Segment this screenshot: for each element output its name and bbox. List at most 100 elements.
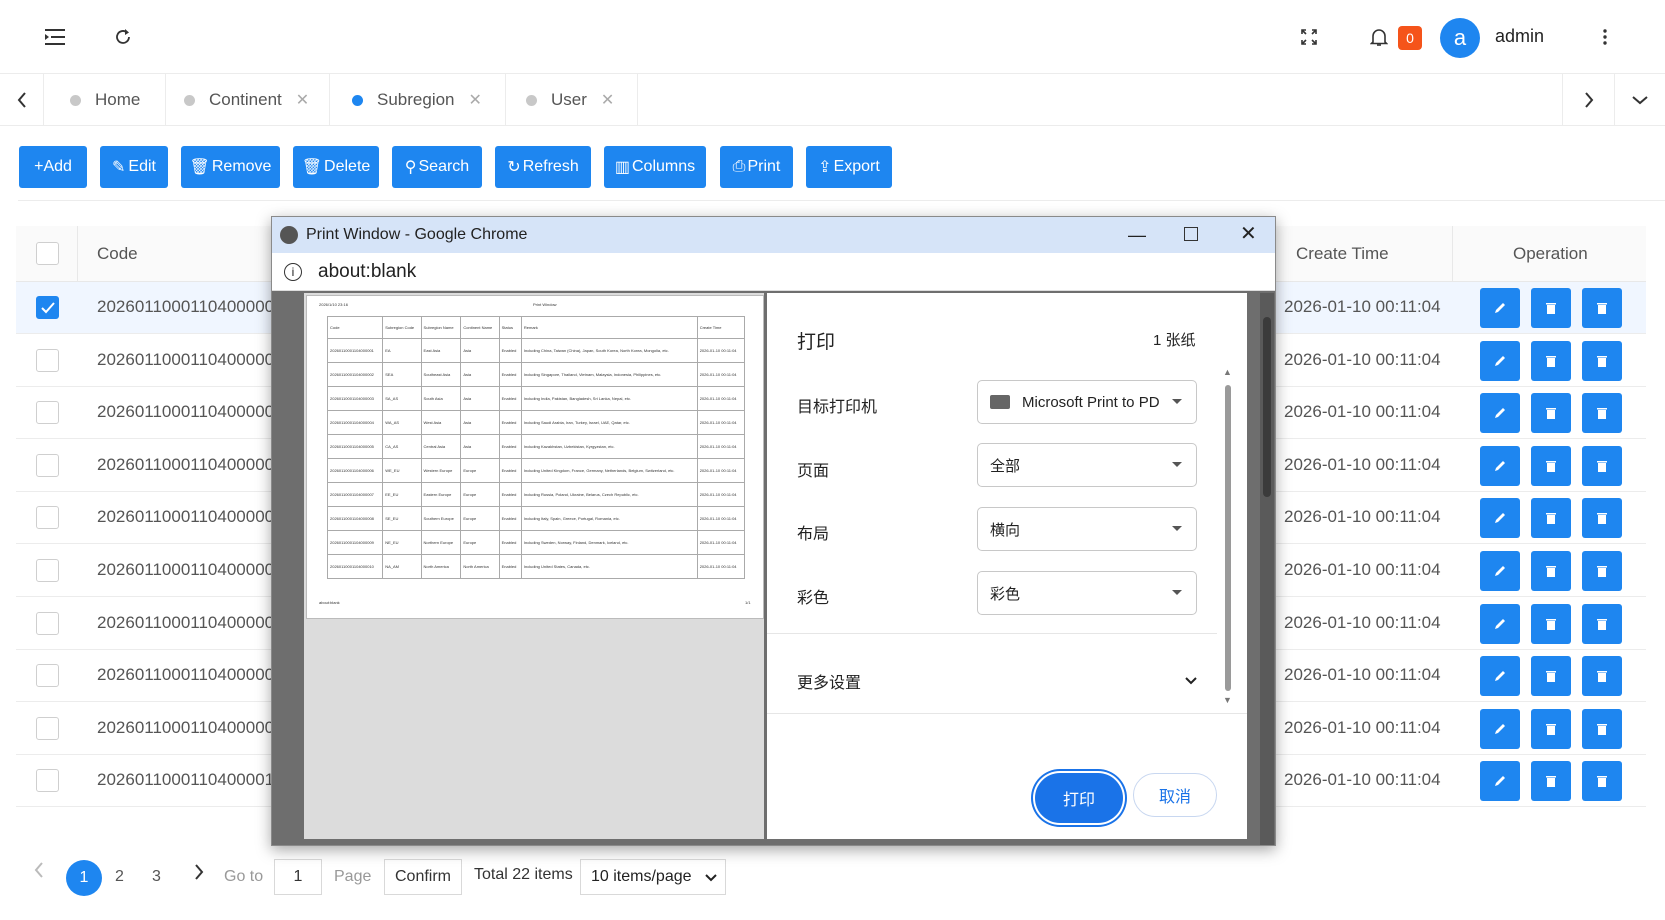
- preview-table-cell: Asia: [460, 338, 500, 363]
- tabs-dropdown-button[interactable]: [1614, 74, 1665, 126]
- more-vertical-icon[interactable]: [1590, 22, 1620, 52]
- goto-page-input[interactable]: 1: [274, 859, 322, 895]
- remove-button[interactable]: 🗑 Remove: [181, 146, 280, 188]
- search-button[interactable]: ⚲ Search: [392, 146, 482, 188]
- confirm-print-button[interactable]: 打印: [1035, 773, 1123, 823]
- row-delete-button[interactable]: [1582, 393, 1622, 434]
- row-remove-button[interactable]: [1531, 761, 1571, 802]
- row-remove-button[interactable]: [1531, 603, 1571, 644]
- row-remove-button[interactable]: [1531, 288, 1571, 328]
- minimize-icon[interactable]: —: [1128, 225, 1146, 246]
- trash-icon: [1546, 776, 1556, 788]
- row-remove-button[interactable]: [1531, 656, 1571, 697]
- pencil-icon: [1495, 355, 1505, 366]
- row-remove-button[interactable]: [1531, 393, 1571, 434]
- row-checkbox[interactable]: [36, 611, 59, 635]
- row-checkbox[interactable]: [36, 453, 59, 477]
- chevron-down-icon[interactable]: [1185, 673, 1197, 691]
- row-delete-button[interactable]: [1582, 340, 1622, 381]
- color-select[interactable]: 彩色: [977, 571, 1197, 615]
- row-checkbox[interactable]: [36, 348, 59, 372]
- row-checkbox[interactable]: [36, 559, 59, 582]
- maximize-icon[interactable]: [1184, 227, 1198, 241]
- preview-table: Code Subregion Code Subregion Name Continen…: [326, 316, 746, 579]
- more-settings-label[interactable]: 更多设置: [797, 669, 861, 693]
- edit-button[interactable]: ✎ Edit: [100, 146, 168, 188]
- row-remove-button[interactable]: [1531, 445, 1571, 486]
- prev-page-icon[interactable]: [34, 862, 44, 883]
- menu-fold-icon[interactable]: [40, 22, 70, 52]
- close-icon[interactable]: ✕: [296, 90, 309, 110]
- row-delete-button[interactable]: [1582, 708, 1622, 749]
- cancel-print-button[interactable]: 取消: [1133, 773, 1217, 817]
- refresh-button[interactable]: ↻ Refresh: [495, 146, 591, 188]
- row-remove-button[interactable]: [1531, 498, 1571, 539]
- row-checkbox[interactable]: [36, 506, 59, 530]
- page-2-button[interactable]: 2: [115, 868, 124, 886]
- printer-select[interactable]: Microsoft Print to PD: [977, 380, 1197, 424]
- row-remove-button[interactable]: [1531, 340, 1571, 381]
- row-edit-button[interactable]: [1480, 445, 1520, 486]
- avatar[interactable]: a: [1440, 18, 1480, 58]
- row-edit-button[interactable]: [1480, 761, 1520, 802]
- row-checkbox[interactable]: [36, 296, 59, 319]
- close-icon[interactable]: ✕: [1240, 221, 1257, 246]
- add-button[interactable]: +Add: [19, 146, 87, 188]
- row-remove-button[interactable]: [1531, 708, 1571, 749]
- next-page-icon[interactable]: [194, 864, 204, 885]
- username[interactable]: admin: [1495, 26, 1544, 47]
- bell-icon[interactable]: [1364, 22, 1394, 52]
- close-icon[interactable]: ✕: [601, 90, 614, 110]
- row-delete-button[interactable]: [1582, 656, 1622, 697]
- goto-confirm-button[interactable]: Confirm: [384, 859, 462, 895]
- notification-badge[interactable]: 0: [1398, 26, 1422, 50]
- row-edit-button[interactable]: [1480, 656, 1520, 697]
- row-delete-button[interactable]: [1582, 288, 1622, 328]
- row-delete-button[interactable]: [1582, 603, 1622, 644]
- row-checkbox[interactable]: [36, 769, 59, 793]
- tabs-next-button[interactable]: [1562, 74, 1614, 126]
- row-delete-button[interactable]: [1582, 761, 1622, 802]
- row-remove-button[interactable]: [1531, 551, 1571, 591]
- row-delete-button[interactable]: [1582, 498, 1622, 539]
- column-header-create-time[interactable]: Create Time: [1296, 226, 1389, 282]
- row-delete-button[interactable]: [1582, 551, 1622, 591]
- row-checkbox[interactable]: [36, 664, 59, 688]
- fullscreen-icon[interactable]: [1294, 22, 1324, 52]
- toolbar-divider: [18, 200, 1665, 201]
- row-checkbox[interactable]: [36, 401, 59, 425]
- columns-button[interactable]: ▥ Columns: [604, 146, 706, 188]
- page-3-button[interactable]: 3: [152, 868, 161, 886]
- page-1-button[interactable]: 1: [66, 860, 102, 896]
- row-edit-button[interactable]: [1480, 340, 1520, 381]
- row-edit-button[interactable]: [1480, 603, 1520, 644]
- tab-home[interactable]: Home: [44, 74, 166, 126]
- trash-icon: 🗑: [301, 159, 323, 176]
- pages-select[interactable]: 全部: [977, 443, 1197, 487]
- row-edit-button[interactable]: [1480, 708, 1520, 749]
- row-delete-button[interactable]: [1582, 445, 1622, 486]
- preview-footer-page: 1/1: [745, 600, 751, 605]
- tab-subregion[interactable]: Subregion ✕: [330, 74, 506, 126]
- row-edit-button[interactable]: [1480, 288, 1520, 328]
- row-checkbox[interactable]: [36, 716, 59, 740]
- tab-continent[interactable]: Continent ✕: [166, 74, 330, 126]
- window-scrollbar[interactable]: [1260, 293, 1274, 845]
- delete-button[interactable]: 🗑 Delete: [293, 146, 379, 188]
- column-header-code[interactable]: Code: [97, 226, 138, 282]
- layout-select[interactable]: 横向: [977, 507, 1197, 551]
- refresh-icon[interactable]: [108, 22, 138, 52]
- print-button[interactable]: ⎙ Print: [720, 146, 793, 188]
- row-edit-button[interactable]: [1480, 498, 1520, 539]
- settings-scrollbar[interactable]: ▲ ▼: [1223, 367, 1233, 707]
- printer-label: 目标打印机: [797, 399, 878, 416]
- row-edit-button[interactable]: [1480, 393, 1520, 434]
- tab-user[interactable]: User ✕: [506, 74, 638, 126]
- close-icon[interactable]: ✕: [469, 90, 482, 110]
- select-all-checkbox[interactable]: [36, 242, 59, 265]
- info-icon[interactable]: i: [284, 262, 302, 281]
- page-size-select[interactable]: 10 items/page: [580, 859, 726, 895]
- export-button[interactable]: ⇪ Export: [806, 146, 892, 188]
- row-edit-button[interactable]: [1480, 551, 1520, 591]
- tabs-prev-button[interactable]: [0, 74, 44, 126]
